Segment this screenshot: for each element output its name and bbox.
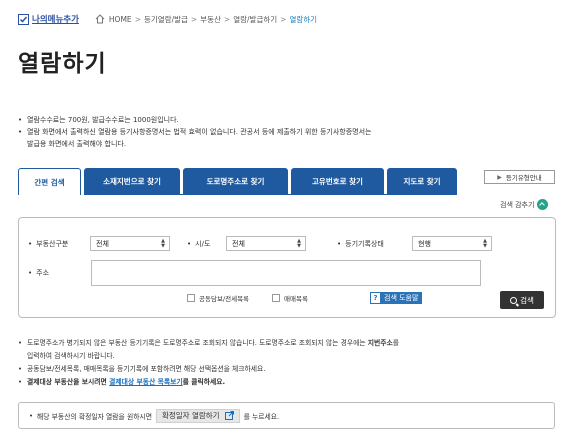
add-my-menu-label: 나의메뉴추가 (32, 15, 79, 25)
arrow-right-icon: ▶ (497, 173, 502, 181)
info-text: 결제대상 부동산을 보시려면 (27, 378, 110, 386)
notice-text: 를 누르세요. (243, 412, 280, 421)
note-item: 열람수수료는 700원, 발급수수료는 1000원입니다. (18, 114, 372, 126)
checkmark-icon (18, 13, 29, 25)
hide-search-toggle[interactable]: 검색 감추기 (500, 199, 549, 210)
confirm-date-view-label: 확정일자 열람하기 (161, 411, 220, 420)
tab-map[interactable]: 지도로 찾기 (387, 168, 457, 195)
property-type-value: 전체 (96, 239, 109, 248)
tab-unique-number[interactable]: 고유번호로 찾기 (291, 168, 384, 195)
info-item-continued: 입력하여 검색하시기 바랍니다. (27, 352, 115, 360)
sale-list-option-label: 매매목록 (284, 295, 308, 303)
search-help-button[interactable]: ? 검색 도움말 (370, 292, 423, 304)
bullet: • (29, 411, 34, 420)
sido-value: 전체 (232, 239, 245, 248)
search-info-notes: 도로명주소가 병기되지 않은 부동산 등기기록은 도로명주소로 조회되지 않습니… (18, 337, 399, 389)
property-type-label: 부동산구분 (28, 239, 68, 249)
fee-notes: 열람수수료는 700원, 발급수수료는 1000원입니다. 열람 화면에서 출력… (18, 114, 372, 150)
search-tabs: 간편 검색 소재지번으로 찾기 도로명주소로 찾기 고유번호로 찾기 지도로 찾… (18, 168, 460, 195)
registry-type-guide-button[interactable]: ▶ 등기유형안내 (484, 170, 555, 184)
property-type-select[interactable]: 전체 ▲ ▼ (90, 236, 170, 251)
registry-status-label: 등기기록상태 (337, 239, 384, 249)
collateral-option-label: 공동담보/전세목록 (199, 295, 250, 303)
sido-label: 시/도 (187, 239, 210, 249)
breadcrumb: HOME > 등기열람/발급 > 부동산 > 열람/발급하기 > 열람하기 (95, 14, 317, 25)
breadcrumb-separator: > (134, 14, 141, 24)
breadcrumb-separator: > (190, 14, 198, 24)
tab-road-address[interactable]: 도로명주소로 찾기 (183, 168, 288, 195)
confirm-date-view-button[interactable]: 확정일자 열람하기 (155, 408, 240, 423)
search-button-label: 검색 (520, 295, 534, 305)
guide-label: 등기유형안내 (505, 174, 542, 182)
home-icon (95, 14, 105, 24)
tab-underline (84, 194, 454, 195)
payment-list-link[interactable]: 결제대상 부동산 목록보기 (109, 378, 183, 386)
sale-list-option[interactable]: 매매목록 (272, 293, 308, 303)
registry-status-value: 현행 (418, 239, 431, 248)
breadcrumb-separator: > (280, 14, 287, 24)
confirm-date-notice: • 해당 부동산의 확정일자 열람을 원하시면 확정일자 열람하기 를 누르세요… (18, 402, 555, 429)
page-title: 열람하기 (18, 51, 107, 77)
sido-select[interactable]: 전체 ▲ ▼ (226, 236, 306, 251)
external-link-icon (224, 411, 234, 420)
collateral-option[interactable]: 공동담보/전세목록 (187, 293, 249, 303)
search-help-label: 검색 도움말 (384, 294, 419, 302)
search-icon (510, 296, 518, 304)
breadcrumb-current: 열람하기 (289, 14, 318, 24)
info-text: 를 (392, 339, 400, 347)
info-emphasis: 지번주소 (367, 339, 393, 347)
info-text: 를 클릭하세요. (182, 378, 226, 386)
select-arrows-icon: ▲ ▼ (483, 238, 487, 249)
select-arrows-icon: ▲ ▼ (161, 238, 165, 249)
breadcrumb-separator: > (223, 14, 231, 24)
registry-status-select[interactable]: 현행 ▲ ▼ (412, 236, 492, 251)
search-button[interactable]: 검색 (500, 291, 544, 309)
tab-lot-number[interactable]: 소재지번으로 찾기 (84, 168, 180, 195)
select-arrows-icon: ▲ ▼ (297, 238, 301, 249)
question-icon: ? (370, 292, 381, 304)
hide-search-label: 검색 감추기 (500, 200, 535, 209)
info-item: 공동담보/전세목록, 매매목록을 등기기록에 포함하려면 해당 선택옵션을 체크… (18, 363, 399, 376)
breadcrumb-home[interactable]: HOME (109, 15, 132, 24)
note-item: 열람 화면에서 출력하신 열람용 등기사항증명서는 법적 효력이 없습니다. 관… (18, 126, 372, 138)
address-input[interactable] (91, 260, 481, 286)
search-form: 부동산구분 전체 ▲▼ 시/도 전체 ▲▼ 등기기록상태 현행 ▲▼ 주소 공동… (18, 217, 556, 318)
collateral-checkbox[interactable] (187, 294, 195, 302)
note-item-continued: 발급용 화면에서 출력해야 합니다. (27, 140, 127, 148)
top-bar: 나의메뉴추가 HOME > 등기열람/발급 > 부동산 > 열람/발급하기 > … (18, 13, 317, 25)
add-my-menu-link[interactable]: 나의메뉴추가 (18, 13, 79, 25)
info-item: 결제대상 부동산을 보시려면 결제대상 부동산 목록보기를 클릭하세요. (18, 376, 399, 389)
breadcrumb-registry[interactable]: 등기열람/발급 (144, 14, 188, 25)
info-item: 도로명주소가 병기되지 않은 부동산 등기기록은 도로명주소로 조회되지 않습니… (18, 337, 399, 350)
chevron-up-icon (537, 199, 549, 210)
sale-list-checkbox[interactable] (272, 294, 280, 302)
info-text: 도로명주소가 병기되지 않은 부동산 등기기록은 도로명주소로 조회되지 않습니… (27, 339, 368, 347)
tab-simple-search[interactable]: 간편 검색 (18, 168, 81, 195)
address-label: 주소 (28, 268, 49, 278)
notice-text: 해당 부동산의 확정일자 열람을 원하시면 (37, 412, 152, 421)
breadcrumb-real-estate[interactable]: 부동산 (200, 14, 221, 25)
breadcrumb-view-issue[interactable]: 열람/발급하기 (233, 14, 277, 25)
